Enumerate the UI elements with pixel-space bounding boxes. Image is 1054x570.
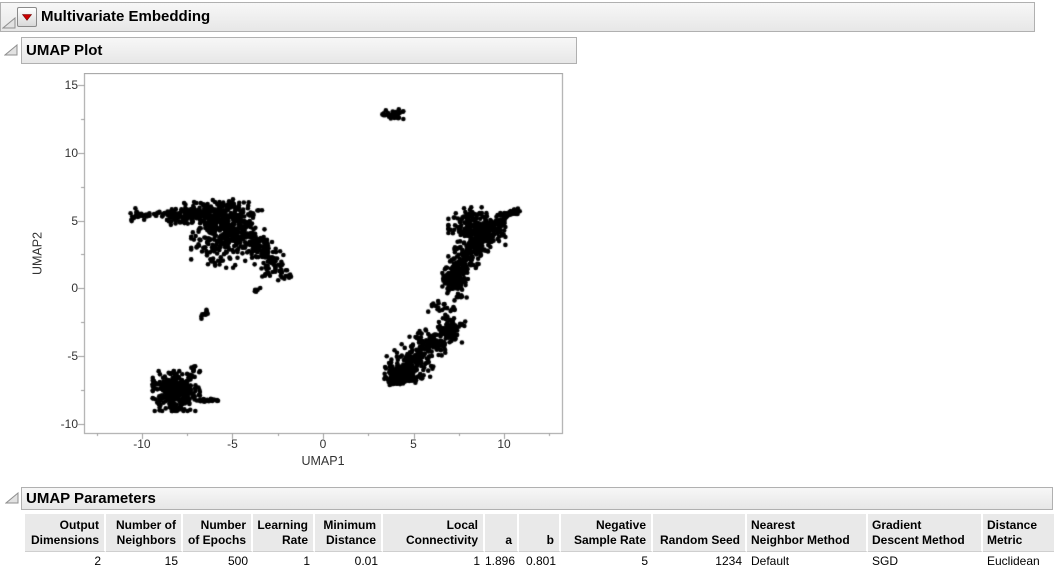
umap-scatter-plot[interactable]: [64, 73, 578, 445]
param-value: 1: [303, 554, 310, 568]
param-value: 1: [473, 554, 480, 568]
param-value: 0.801: [525, 554, 556, 568]
param-value: 5: [641, 554, 648, 568]
param-value: 2: [94, 554, 101, 568]
param-column-header: Number of Epochs: [183, 514, 253, 552]
param-column-header: Random Seed: [653, 514, 747, 552]
y-tick-label: 0: [71, 281, 78, 296]
x-tick-label: 10: [497, 437, 511, 451]
param-value: Euclidean: [987, 554, 1040, 568]
y-tick-label: 15: [64, 78, 78, 93]
report-title: Multivariate Embedding: [41, 8, 211, 25]
disclosure-triangle-plot[interactable]: [4, 44, 18, 56]
disclosure-triangle-report[interactable]: [2, 17, 16, 29]
param-column-header: Nearest Neighbor Method: [747, 514, 868, 552]
param-column-header: Number of Neighbors: [106, 514, 183, 552]
x-tick-label: 5: [410, 437, 417, 451]
plot-section-bar: [21, 37, 577, 64]
param-value: 500: [227, 554, 248, 568]
param-column-header: Minimum Distance: [315, 514, 383, 552]
parameters-section-title: UMAP Parameters: [26, 490, 156, 507]
param-value: Default: [751, 554, 790, 568]
x-tick-label: -5: [227, 437, 238, 451]
y-tick-label: 10: [64, 145, 78, 160]
param-column-header: Learning Rate: [253, 514, 315, 552]
red-triangle-menu-button[interactable]: [17, 7, 37, 27]
x-tick-label: 0: [319, 437, 327, 451]
umap-parameters-table: Output Dimensions Number of Neighbors Number…: [25, 514, 1054, 569]
red-triangle-icon: [22, 13, 32, 21]
y-tick-label: 5: [71, 213, 78, 228]
param-column-header: a: [485, 514, 519, 552]
param-column-header: Gradient Descent Method: [868, 514, 983, 552]
y-tick-label: -10: [60, 416, 78, 431]
y-axis-title: UMAP2: [30, 231, 45, 276]
param-column-header: Local Connectivity: [383, 514, 485, 552]
param-column-header: Distance Metric: [983, 514, 1054, 552]
param-column-header: Negative Sample Rate: [561, 514, 653, 552]
plot-section-title: UMAP Plot: [26, 42, 103, 59]
param-value: 1.896: [485, 554, 516, 568]
x-axis-title: UMAP1: [301, 454, 345, 468]
parameters-section-bar: [21, 487, 1053, 510]
param-column-header: Output Dimensions: [25, 514, 106, 552]
param-value: 0.01: [354, 554, 378, 568]
param-column-header: b: [519, 514, 561, 552]
x-tick-label: -10: [133, 437, 151, 451]
param-value: 1234: [715, 554, 742, 568]
param-value: SGD: [872, 554, 899, 568]
y-tick-label: -5: [67, 348, 78, 363]
param-value: 15: [164, 554, 178, 568]
disclosure-triangle-parameters[interactable]: [5, 492, 19, 504]
